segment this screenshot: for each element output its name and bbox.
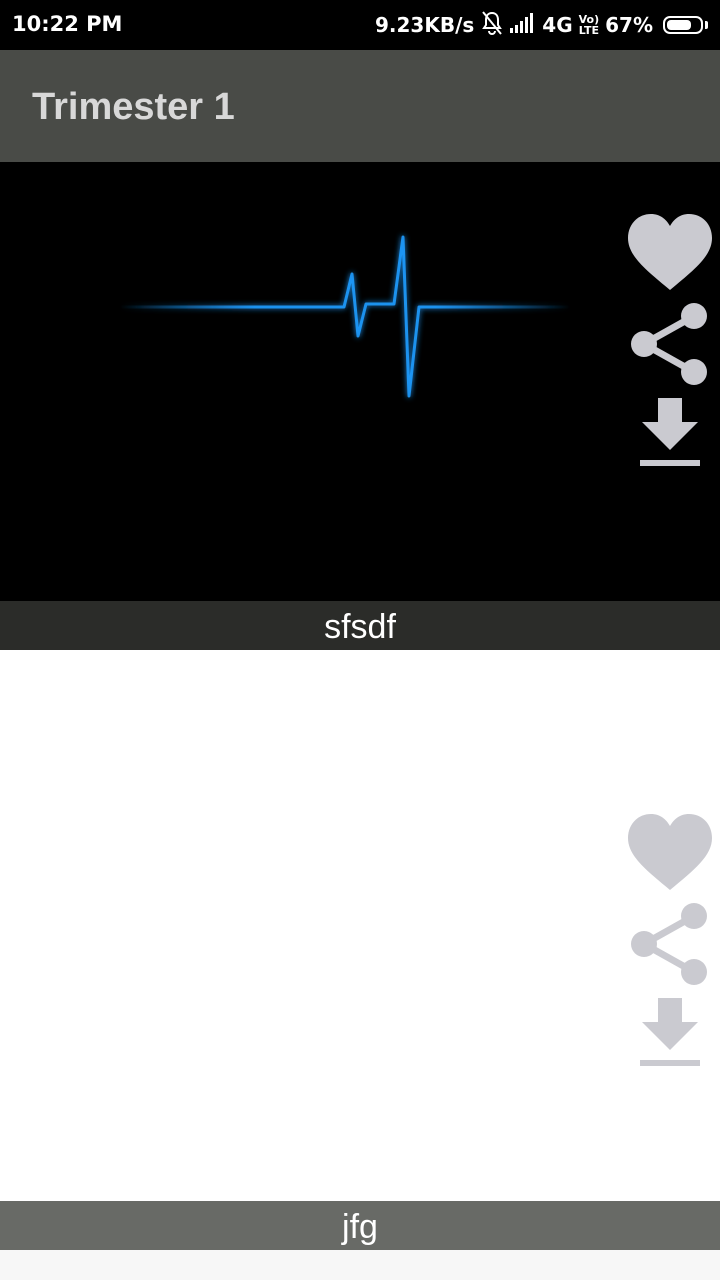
share-button[interactable] <box>626 902 714 994</box>
mute-bell-icon <box>480 10 504 41</box>
heart-icon <box>628 214 712 290</box>
like-button[interactable] <box>626 810 714 902</box>
network-speed: 9.23KB/s <box>374 13 475 37</box>
battery-percent: 67% <box>605 13 653 37</box>
status-time: 10:22 PM <box>12 12 123 36</box>
card-actions <box>626 810 714 1086</box>
card-caption: sfsdf <box>0 601 720 650</box>
media-card[interactable]: jfg <box>0 650 720 1250</box>
heart-icon <box>628 814 712 890</box>
network-type: 4G <box>542 13 573 37</box>
volte-indicator: Vo) LTE <box>579 14 600 36</box>
card-image[interactable] <box>0 162 720 601</box>
card-actions <box>626 210 714 486</box>
status-bar: 10:22 PM 9.23KB/s 4G Vo) LTE 67% <box>0 0 720 50</box>
download-icon <box>640 998 700 1066</box>
download-button[interactable] <box>626 394 714 486</box>
share-icon <box>631 303 707 385</box>
share-button[interactable] <box>626 302 714 394</box>
list-bottom <box>0 1250 720 1280</box>
page-title: Trimester 1 <box>32 86 235 128</box>
like-button[interactable] <box>626 210 714 302</box>
download-icon <box>640 398 700 466</box>
app-bar: Trimester 1 <box>0 50 720 162</box>
download-button[interactable] <box>626 994 714 1086</box>
card-caption: jfg <box>0 1201 720 1250</box>
media-card[interactable]: sfsdf <box>0 162 720 650</box>
share-icon <box>631 903 707 985</box>
signal-icon <box>510 12 536 38</box>
volte-bottom: LTE <box>578 24 599 37</box>
card-image[interactable] <box>0 650 720 1201</box>
heartbeat-image <box>120 235 570 398</box>
status-indicators: 9.23KB/s 4G Vo) LTE 67% <box>375 10 708 40</box>
battery-icon <box>663 16 703 34</box>
